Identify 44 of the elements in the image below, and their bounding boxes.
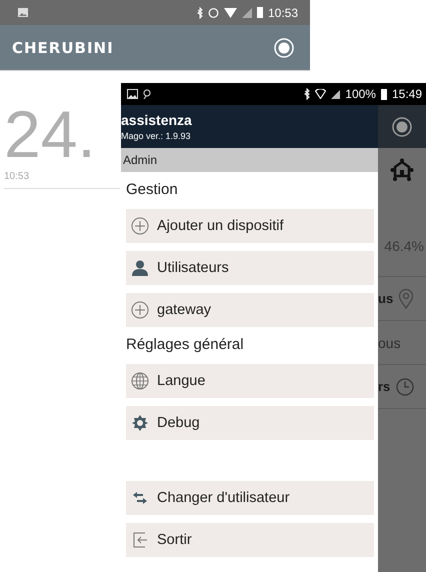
wifi-icon — [224, 8, 237, 18]
exit-icon — [131, 531, 149, 549]
signal-icon — [331, 90, 340, 98]
signal-icon — [242, 8, 252, 18]
record-icon[interactable] — [274, 38, 294, 58]
row-label: ous — [378, 334, 401, 350]
image-icon — [18, 8, 28, 17]
menu-item[interactable]: Sortir — [126, 523, 374, 557]
record-icon — [392, 116, 412, 136]
menu-item[interactable]: Debug — [126, 406, 374, 440]
image-icon — [127, 89, 138, 99]
gear-icon — [131, 414, 149, 432]
menu-item[interactable]: Langue — [126, 364, 374, 398]
status-time: 15:49 — [392, 87, 422, 101]
battery-icon — [256, 7, 263, 18]
home-network-icon — [390, 158, 414, 182]
section-title: Gestion — [125, 180, 179, 200]
temperature: 24. — [4, 101, 96, 167]
plus-icon — [131, 301, 149, 319]
battery-icon — [380, 88, 387, 100]
reading-time: 10:53 — [4, 171, 120, 189]
role-label: Admin — [121, 148, 378, 172]
menu-item[interactable]: Changer d'utilisateur — [126, 481, 374, 515]
swap-arrows-icon — [131, 489, 149, 507]
section-title: Réglages général — [125, 334, 245, 354]
menu-item[interactable]: Ajouter un dispositif — [126, 209, 374, 243]
status-time: 10:53 — [268, 6, 298, 20]
location-pin-icon — [398, 288, 414, 308]
bluetooth-icon — [196, 6, 203, 18]
wifi-icon — [315, 89, 326, 99]
plus-icon — [131, 217, 149, 235]
menu-item[interactable]: Utilisateurs — [126, 251, 374, 285]
version-label: Mago ver.: 1.9.93 — [121, 131, 192, 141]
row-label: rs — [378, 379, 390, 394]
battery-level: 100% — [345, 87, 376, 101]
clock-icon — [396, 378, 414, 396]
row-label: us — [378, 291, 394, 306]
bluetooth-icon — [304, 88, 310, 100]
menu-item[interactable]: gateway — [126, 293, 374, 327]
logo: CHERUBINI — [12, 38, 114, 56]
user-icon — [131, 259, 149, 277]
globe-icon — [131, 372, 149, 390]
alarm-icon — [208, 7, 219, 18]
user-name: assistenza — [121, 112, 193, 128]
